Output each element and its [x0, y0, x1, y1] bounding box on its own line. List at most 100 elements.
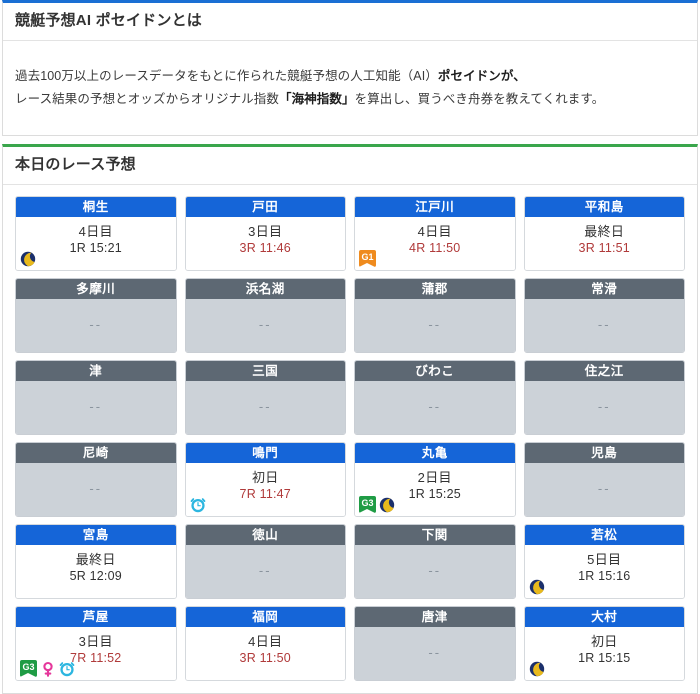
venue-card[interactable]: 江戸川 4日目 4R 11:50 G1 [354, 196, 516, 272]
venue-card-body: -- [355, 545, 515, 599]
venue-next-race: 4R 11:50 [409, 241, 461, 256]
venue-empty-label: -- [89, 481, 103, 497]
venue-name: 平和島 [524, 197, 684, 218]
venue-card: 尼崎 -- [15, 442, 177, 518]
venue-badges [190, 496, 206, 513]
venue-card-body: -- [185, 545, 345, 599]
venue-next-race: 3R 11:50 [239, 651, 291, 666]
about-paragraph: 過去100万以上のレースデータをもとに作られた競艇予想の人工知能（AI）ポセイド… [15, 65, 685, 111]
venue-name: 多摩川 [16, 279, 176, 300]
venue-empty-label: -- [428, 399, 442, 415]
venue-next-race: 3R 11:51 [578, 241, 630, 256]
venue-badges [529, 578, 545, 595]
venue-day-label: 最終日 [75, 552, 116, 568]
venue-card: 三国 -- [184, 360, 346, 436]
about-body: 過去100万以上のレースデータをもとに作られた競艇予想の人工知能（AI）ポセイド… [3, 41, 697, 136]
moon-icon [20, 251, 36, 266]
venue-card-body: -- [185, 299, 345, 353]
venue-card-body: 4日目 4R 11:50 G1 [355, 217, 515, 271]
venue-name: 若松 [524, 525, 684, 546]
venue-card[interactable]: 鳴門 初日 7R 11:47 [184, 442, 346, 518]
venue-day-label: 2日目 [417, 470, 452, 486]
venue-badges: G3 [359, 496, 395, 514]
venue-name: 宮島 [16, 525, 176, 546]
venue-card-body: -- [355, 627, 515, 681]
venue-empty-label: -- [597, 317, 611, 333]
about-panel: 競艇予想AI ポセイドンとは 過去100万以上のレースデータをもとに作られた競艇… [2, 0, 698, 137]
venue-card[interactable]: 福岡 4日目 3R 11:50 [184, 606, 346, 682]
venue-card-body: -- [355, 299, 515, 353]
about-line2-tail: を算出し、買うべき舟券を教えてくれます。 [354, 91, 605, 106]
about-line1-emphasis: ポセイドンが、 [437, 68, 526, 83]
about-line2-emphasis: 「海神指数」 [278, 91, 355, 106]
venue-name: 桐生 [16, 197, 176, 218]
venue-card-body: -- [524, 381, 684, 435]
venue-card: びわこ -- [354, 360, 516, 436]
venue-card-body: 最終日 3R 11:51 [524, 217, 684, 271]
venue-empty-label: -- [597, 399, 611, 415]
venue-card: 児島 -- [523, 442, 685, 518]
venue-card[interactable]: 平和島 最終日 3R 11:51 [523, 196, 685, 272]
page-root: 競艇予想AI ポセイドンとは 過去100万以上のレースデータをもとに作られた競艇… [0, 0, 700, 694]
venue-name: 鳴門 [185, 443, 345, 464]
venue-day-label: 4日目 [417, 224, 452, 240]
venue-card[interactable]: 大村 初日 1R 15:15 [523, 606, 685, 682]
venue-card[interactable]: 丸亀 2日目 1R 15:25 G3 [354, 442, 516, 518]
g3-badge: G3 [359, 496, 376, 514]
venue-next-race: 7R 11:47 [239, 487, 291, 502]
venue-card-body: 3日目 3R 11:46 [185, 217, 345, 271]
venue-empty-label: -- [258, 317, 272, 333]
venue-card[interactable]: 戸田 3日目 3R 11:46 [184, 196, 346, 272]
moon-icon [379, 497, 395, 512]
g3-badge: G3 [20, 660, 37, 678]
venue-name: 浜名湖 [185, 279, 345, 300]
venue-card-body: 2日目 1R 15:25 G3 [355, 463, 515, 517]
venue-name: びわこ [355, 361, 515, 382]
venue-name: 住之江 [524, 361, 684, 382]
venue-empty-label: -- [258, 399, 272, 415]
venue-name: 三国 [185, 361, 345, 382]
venue-card[interactable]: 若松 5日目 1R 15:16 [523, 524, 685, 600]
venue-day-label: 最終日 [584, 224, 625, 240]
venue-empty-label: -- [89, 317, 103, 333]
venue-card[interactable]: 芦屋 3日目 7R 11:52 G3 [15, 606, 177, 682]
venue-name: 唐津 [355, 607, 515, 628]
today-races-panel: 本日のレース予想 桐生 4日目 1R 15:21 戸田 3日目 3R 11:46 江戸川 4日… [2, 144, 698, 694]
venue-card-body: -- [355, 381, 515, 435]
venue-card-body: 最終日 5R 12:09 [16, 545, 176, 599]
venue-name: 戸田 [185, 197, 345, 218]
venue-card-body: 3日目 7R 11:52 G3 [16, 627, 176, 681]
venue-card: 浜名湖 -- [184, 278, 346, 354]
venue-next-race: 3R 11:46 [239, 241, 291, 256]
venue-card-body: 4日目 1R 15:21 [16, 217, 176, 271]
venue-day-label: 3日目 [248, 224, 283, 240]
venue-name: 江戸川 [355, 197, 515, 218]
about-line2-text: レース結果の予想とオッズからオリジナル指数 [15, 91, 279, 106]
moon-icon [529, 579, 544, 594]
venue-badges: G1 [359, 250, 376, 268]
venue-card-body: -- [16, 381, 176, 435]
venue-name: 下関 [355, 525, 515, 546]
venue-empty-label: -- [258, 563, 272, 579]
venue-name: 福岡 [185, 607, 345, 628]
venue-card: 多摩川 -- [15, 278, 177, 354]
about-line1-text: 過去100万以上のレースデータをもとに作られた競艇予想の人工知能（AI） [15, 68, 438, 83]
venue-empty-label: -- [428, 317, 442, 333]
venue-card-body: 5日目 1R 15:16 [524, 545, 684, 599]
venue-card: 唐津 -- [354, 606, 516, 682]
moon-icon [529, 661, 544, 676]
venue-card: 住之江 -- [523, 360, 685, 436]
venue-next-race: 1R 15:16 [578, 569, 631, 584]
venue-next-race: 1R 15:21 [69, 241, 122, 256]
venue-card[interactable]: 宮島 最終日 5R 12:09 [15, 524, 177, 600]
today-races-title: 本日のレース予想 [3, 147, 697, 186]
venue-card[interactable]: 桐生 4日目 1R 15:21 [15, 196, 177, 272]
venue-name: 芦屋 [16, 607, 176, 628]
venue-next-race: 1R 15:15 [578, 651, 631, 666]
venue-name: 児島 [524, 443, 684, 464]
venue-day-label: 5日目 [587, 552, 622, 568]
clock-icon [59, 661, 75, 676]
today-races-body: 桐生 4日目 1R 15:21 戸田 3日目 3R 11:46 江戸川 4日目 4R 11:50… [3, 185, 697, 694]
venue-name: 大村 [524, 607, 684, 628]
venue-empty-label: -- [89, 399, 103, 415]
